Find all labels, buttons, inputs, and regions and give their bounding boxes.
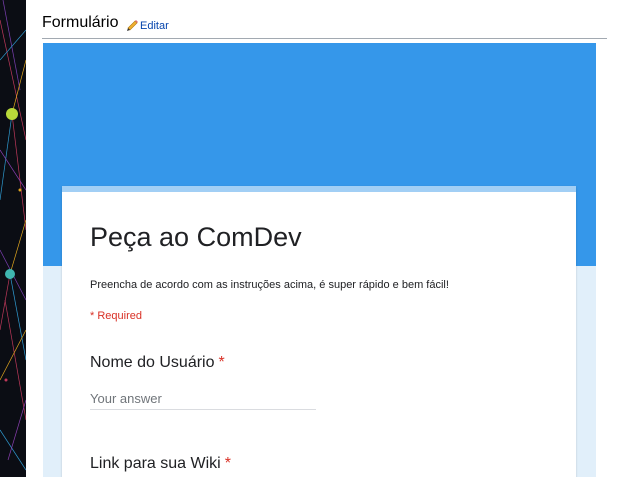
network-node bbox=[5, 269, 15, 279]
form-title: Peça ao ComDev bbox=[90, 222, 302, 252]
question-label-wiki-link: Link para sua Wiki * bbox=[90, 455, 231, 473]
edit-label[interactable]: Editar bbox=[140, 20, 169, 32]
pencil-icon bbox=[127, 20, 138, 31]
required-asterisk: * bbox=[224, 455, 231, 472]
question-label-text: Link para sua Wiki bbox=[90, 455, 221, 472]
required-asterisk: * bbox=[218, 354, 225, 371]
section-heading: Formulário Editar bbox=[42, 13, 607, 39]
decorative-network-strip bbox=[0, 0, 26, 477]
required-note: * Required bbox=[90, 310, 142, 322]
page: Formulário Editar Peça ao ComDev Preench… bbox=[0, 0, 640, 477]
section-title: Formulário bbox=[42, 14, 119, 31]
username-answer-input[interactable] bbox=[90, 387, 316, 410]
network-node bbox=[6, 108, 18, 120]
form-card: Peça ao ComDev Preencha de acordo com as… bbox=[62, 186, 576, 477]
edit-link[interactable]: Editar bbox=[126, 19, 169, 32]
form-description: Preencha de acordo com as instruções aci… bbox=[90, 279, 449, 291]
question-label-text: Nome do Usuário bbox=[90, 354, 215, 371]
embedded-form: Peça ao ComDev Preencha de acordo com as… bbox=[43, 43, 596, 477]
question-label-username: Nome do Usuário * bbox=[90, 354, 225, 372]
